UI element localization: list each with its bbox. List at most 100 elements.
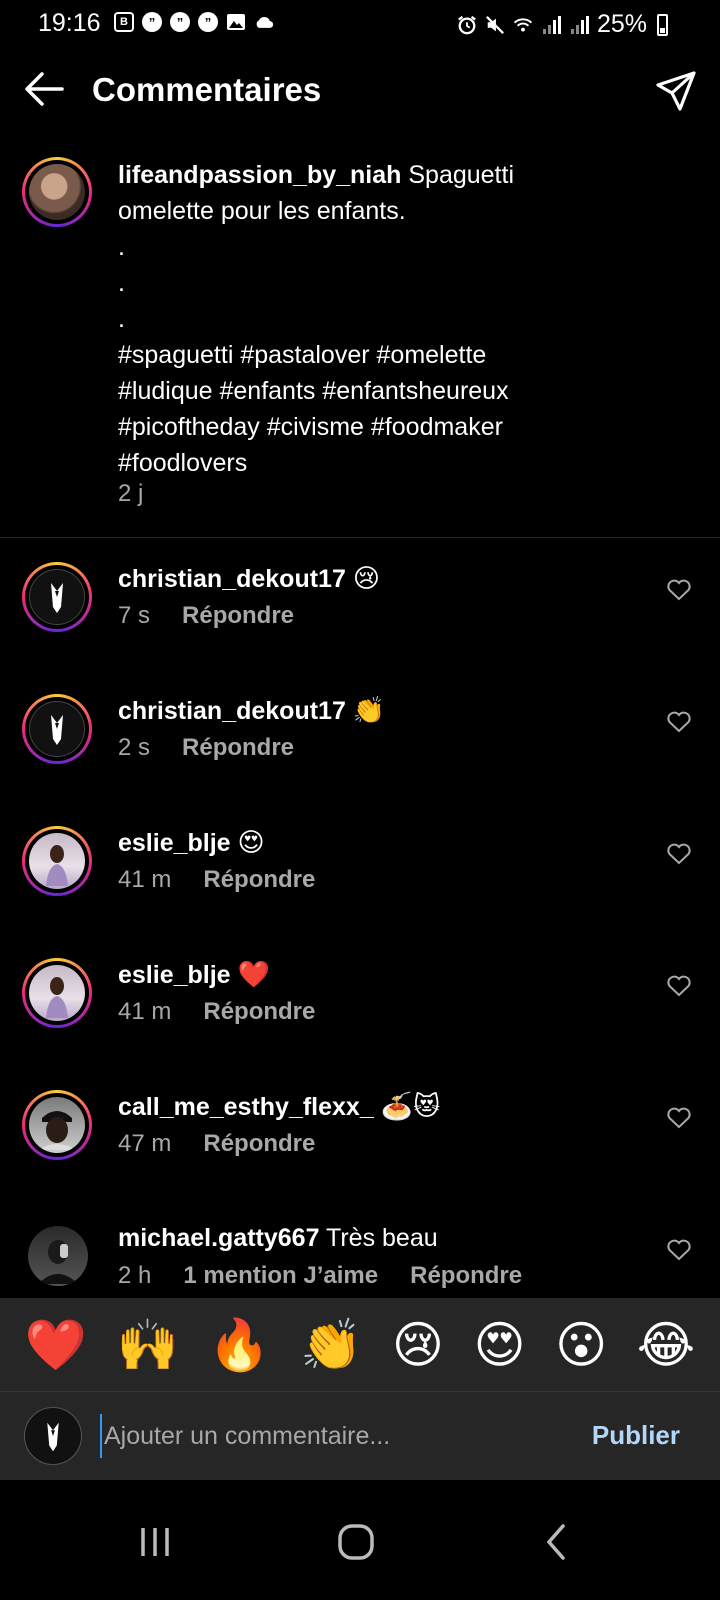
comment-time: 41 m bbox=[118, 866, 172, 893]
reply-button[interactable]: Répondre bbox=[182, 734, 294, 762]
caption-line: . bbox=[118, 269, 125, 297]
battery-icon bbox=[657, 13, 668, 36]
comment-item: eslie_blje 😍 41 m Répondre bbox=[0, 824, 720, 924]
notification-icons: B ” ” ” bbox=[114, 12, 274, 32]
emoji-heart-button[interactable]: ❤️ bbox=[25, 1320, 87, 1370]
avatar-photo bbox=[29, 833, 85, 889]
heart-icon[interactable] bbox=[666, 710, 692, 734]
avatar-photo bbox=[29, 965, 85, 1021]
heart-icon[interactable] bbox=[666, 974, 692, 998]
emoji-cry-button[interactable]: 😢 bbox=[392, 1320, 444, 1370]
comment-avatar[interactable] bbox=[22, 694, 92, 764]
caption-text: lifeandpassion_by_niah Spaguetti omelett… bbox=[118, 157, 588, 481]
tuxedo-avatar-icon bbox=[29, 569, 85, 625]
signal-icon bbox=[569, 15, 589, 35]
signal-icon bbox=[541, 15, 561, 35]
emoji-heart-eyes-button[interactable]: 😍 bbox=[474, 1320, 526, 1370]
reply-button[interactable]: Répondre bbox=[182, 602, 294, 630]
quote-icon: ” bbox=[142, 12, 162, 32]
reply-button[interactable]: Répondre bbox=[410, 1262, 522, 1290]
comment-username[interactable]: christian_dekout17 bbox=[118, 565, 346, 593]
battery-level: 25% bbox=[596, 10, 647, 38]
comment-time: 7 s bbox=[118, 602, 151, 629]
send-icon[interactable] bbox=[654, 69, 698, 113]
hashtags-line[interactable]: #spaguetti #pastalover #omelette bbox=[118, 341, 486, 369]
caption-line: omelette pour les enfants. bbox=[118, 197, 406, 225]
comment-username[interactable]: michael.gatty667 bbox=[118, 1224, 320, 1252]
comment-item: christian_dekout17 😢 7 s Répondre bbox=[0, 560, 720, 660]
system-nav-bar bbox=[0, 1480, 720, 1600]
page-title: Commentaires bbox=[92, 71, 322, 108]
avatar-photo bbox=[29, 1097, 85, 1153]
back-arrow-icon[interactable] bbox=[22, 69, 66, 109]
tuxedo-avatar-icon bbox=[29, 701, 85, 757]
reply-button[interactable]: Répondre bbox=[203, 998, 315, 1026]
comment-avatar[interactable] bbox=[28, 1226, 88, 1286]
comment-time: 41 m bbox=[118, 998, 172, 1025]
quote-icon: ” bbox=[170, 12, 190, 32]
mute-icon bbox=[485, 15, 505, 35]
comment-item: call_me_esthy_flexx_ 🍝😻 47 m Répondre bbox=[0, 1088, 720, 1188]
comment-time: 2 h bbox=[118, 1262, 152, 1289]
wifi-icon bbox=[513, 15, 533, 35]
emoji-fire-button[interactable]: 🔥 bbox=[208, 1320, 270, 1370]
emoji-laugh-button[interactable]: 😂 bbox=[637, 1320, 695, 1370]
heart-icon[interactable] bbox=[666, 1106, 692, 1130]
heart-icon[interactable] bbox=[666, 1238, 692, 1262]
comment-username[interactable]: call_me_esthy_flexx_ bbox=[118, 1093, 374, 1121]
caption-line: Spaguetti bbox=[401, 161, 515, 189]
hashtags-line[interactable]: #foodlovers bbox=[118, 449, 247, 477]
emoji-clap-button[interactable]: 👏 bbox=[300, 1320, 362, 1370]
my-avatar bbox=[24, 1407, 82, 1465]
caption-time: 2 j bbox=[118, 480, 144, 507]
quick-emoji-bar: ❤️ 🙌 🔥 👏 😢 😍 😮 😂 bbox=[0, 1298, 720, 1391]
comment-text: 😢 bbox=[352, 563, 380, 593]
quote-icon: ” bbox=[198, 12, 218, 32]
comment-text: 😍 bbox=[237, 827, 265, 857]
comment-text: Très beau bbox=[319, 1224, 438, 1252]
recent-apps-icon[interactable] bbox=[130, 1520, 180, 1564]
emoji-raised-hands-button[interactable]: 🙌 bbox=[117, 1320, 179, 1370]
home-icon[interactable] bbox=[331, 1520, 381, 1564]
hashtags-line[interactable]: #picoftheday #civisme #foodmaker bbox=[118, 413, 503, 441]
caption-line: . bbox=[118, 305, 125, 333]
cloud-icon bbox=[254, 12, 274, 32]
comment-username[interactable]: christian_dekout17 bbox=[118, 697, 346, 725]
b-icon: B bbox=[114, 12, 134, 32]
caption-line: . bbox=[118, 233, 125, 261]
heart-icon[interactable] bbox=[666, 842, 692, 866]
system-icons: 25% bbox=[457, 10, 668, 39]
status-time: 19:16 bbox=[38, 9, 101, 37]
comment-avatar[interactable] bbox=[22, 958, 92, 1028]
comment-item: eslie_blje ❤️ 41 m Répondre bbox=[0, 956, 720, 1056]
likes-count[interactable]: 1 mention J’aime bbox=[183, 1262, 378, 1290]
hashtags-line[interactable]: #ludique #enfants #enfantsheureux bbox=[118, 377, 509, 405]
reply-button[interactable]: Répondre bbox=[203, 1130, 315, 1158]
comment-avatar[interactable] bbox=[22, 1090, 92, 1160]
reply-button[interactable]: Répondre bbox=[203, 866, 315, 894]
caption-avatar[interactable] bbox=[22, 157, 92, 227]
status-bar: 19:16 B ” ” ” 25% bbox=[0, 0, 720, 48]
divider bbox=[0, 537, 720, 538]
avatar-photo bbox=[29, 164, 85, 220]
comment-avatar[interactable] bbox=[22, 562, 92, 632]
comment-username[interactable]: eslie_blje bbox=[118, 961, 231, 989]
comment-text: 🍝😻 bbox=[380, 1091, 441, 1121]
comment-avatar[interactable] bbox=[22, 826, 92, 896]
comment-item: christian_dekout17 👏 2 s Répondre bbox=[0, 692, 720, 792]
comment-text: ❤️ bbox=[237, 959, 270, 989]
comment-input[interactable] bbox=[100, 1414, 540, 1458]
image-icon bbox=[226, 12, 246, 32]
alarm-icon bbox=[457, 15, 477, 35]
comment-time: 47 m bbox=[118, 1130, 172, 1157]
emoji-surprised-button[interactable]: 😮 bbox=[555, 1320, 607, 1370]
comment-time: 2 s bbox=[118, 734, 151, 761]
comment-username[interactable]: eslie_blje bbox=[118, 829, 231, 857]
caption-username[interactable]: lifeandpassion_by_niah bbox=[118, 161, 401, 189]
publish-button[interactable]: Publier bbox=[592, 1420, 680, 1451]
comment-text: 👏 bbox=[352, 695, 386, 725]
heart-icon[interactable] bbox=[666, 578, 692, 602]
top-app-bar: Commentaires bbox=[0, 55, 720, 125]
comment-composer: Publier bbox=[0, 1391, 720, 1480]
back-icon[interactable] bbox=[533, 1520, 583, 1564]
